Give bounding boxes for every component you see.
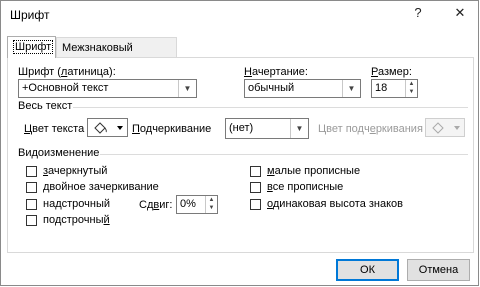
offset-label: Сдвиг: bbox=[139, 199, 173, 211]
paint-bucket-icon bbox=[94, 122, 123, 134]
section-divider bbox=[100, 154, 468, 155]
strikethrough-label[interactable]: зачеркнутый bbox=[43, 165, 107, 177]
size-label: Размер: bbox=[371, 66, 412, 78]
section-divider bbox=[73, 107, 468, 108]
latin-font-value: +Основной текст bbox=[22, 82, 109, 94]
underline-color-label: Цвет подчеркивания bbox=[318, 123, 423, 135]
spinner-arrows-icon[interactable]: ▲ ▼ bbox=[205, 196, 217, 213]
superscript-checkbox[interactable] bbox=[26, 199, 37, 210]
font-color-label: Цвет текста bbox=[24, 123, 85, 135]
size-spinner[interactable]: 18 ▲ ▼ bbox=[371, 79, 418, 98]
chevron-down-icon[interactable]: ▼ bbox=[290, 119, 308, 138]
chevron-down-icon[interactable]: ▼ bbox=[342, 80, 360, 97]
close-button[interactable]: ✕ bbox=[450, 4, 470, 22]
all-caps-checkbox[interactable] bbox=[250, 182, 261, 193]
effects-section-label: Видоизменение bbox=[18, 147, 100, 159]
double-strikethrough-checkbox[interactable] bbox=[26, 182, 37, 193]
paint-bucket-icon bbox=[432, 122, 460, 134]
size-value: 18 bbox=[375, 82, 388, 94]
double-strikethrough-label[interactable]: двойное зачеркивание bbox=[43, 181, 159, 193]
underline-value: (нет) bbox=[229, 122, 254, 134]
underline-color-button[interactable] bbox=[425, 118, 465, 137]
tab-font-label: Шрифт bbox=[13, 40, 54, 54]
offset-value: 0% bbox=[180, 198, 196, 210]
help-button[interactable]: ? bbox=[408, 4, 428, 22]
equalize-height-label[interactable]: одинаковая высота знаков bbox=[267, 198, 403, 210]
small-caps-checkbox[interactable] bbox=[250, 166, 261, 177]
subscript-checkbox[interactable] bbox=[26, 215, 37, 226]
underline-label: Подчеркивание bbox=[132, 123, 212, 135]
cancel-button[interactable]: Отмена bbox=[407, 259, 470, 281]
latin-font-label: Шрифт (латиница): bbox=[18, 66, 116, 78]
subscript-label[interactable]: подстрочный bbox=[43, 214, 110, 226]
tab-character-spacing[interactable]: Межзнаковый интервал bbox=[56, 37, 177, 74]
chevron-down-icon[interactable]: ▼ bbox=[178, 80, 196, 97]
latin-font-dropdown[interactable]: +Основной текст ▼ bbox=[18, 79, 197, 98]
spinner-arrows-icon[interactable]: ▲ ▼ bbox=[405, 80, 417, 97]
small-caps-label[interactable]: малые прописные bbox=[267, 165, 360, 177]
font-dialog: Шрифт ? ✕ Шрифт Межзнаковый интервал Шри… bbox=[0, 0, 479, 286]
offset-spinner[interactable]: 0% ▲ ▼ bbox=[176, 195, 218, 214]
style-dropdown[interactable]: обычный ▼ bbox=[244, 79, 361, 98]
tab-font[interactable]: Шрифт bbox=[7, 36, 56, 58]
dialog-title: Шрифт bbox=[10, 8, 50, 22]
equalize-height-checkbox[interactable] bbox=[250, 199, 261, 210]
all-caps-label[interactable]: все прописные bbox=[267, 181, 343, 193]
style-value: обычный bbox=[248, 82, 295, 94]
underline-dropdown[interactable]: (нет) ▼ bbox=[225, 118, 309, 139]
ok-button[interactable]: ОК bbox=[336, 259, 399, 281]
strikethrough-checkbox[interactable] bbox=[26, 166, 37, 177]
font-color-button[interactable] bbox=[87, 118, 128, 137]
all-text-section-label: Весь текст bbox=[18, 100, 73, 112]
style-label: Начертание: bbox=[244, 66, 308, 78]
superscript-label[interactable]: надстрочный bbox=[43, 198, 110, 210]
